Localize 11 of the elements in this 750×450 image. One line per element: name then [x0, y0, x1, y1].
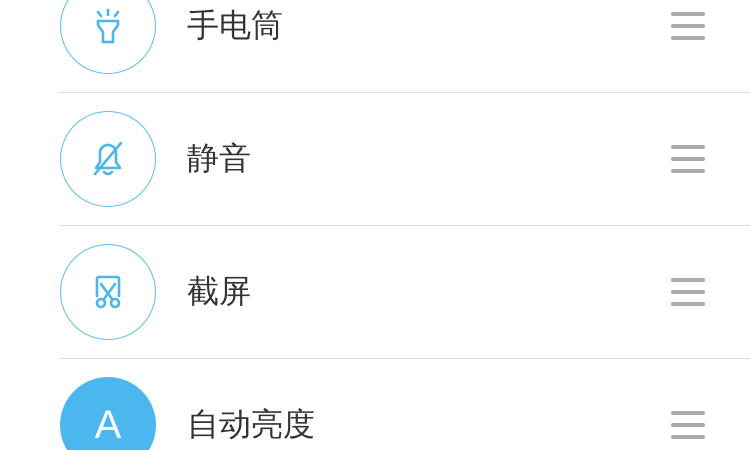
drag-handle-icon[interactable] [671, 411, 705, 439]
bell-off-icon [91, 140, 125, 178]
item-label: 自动亮度 [187, 404, 316, 445]
drag-handle-icon[interactable] [671, 145, 705, 173]
drag-handle-icon[interactable] [671, 278, 705, 306]
item-label: 截屏 [187, 271, 252, 312]
letter-icon: A [94, 405, 122, 445]
drag-handle-icon[interactable] [671, 12, 705, 40]
item-label: 静音 [187, 138, 252, 179]
item-label: 手电筒 [187, 5, 284, 46]
toggle-button[interactable]: A [60, 377, 156, 450]
